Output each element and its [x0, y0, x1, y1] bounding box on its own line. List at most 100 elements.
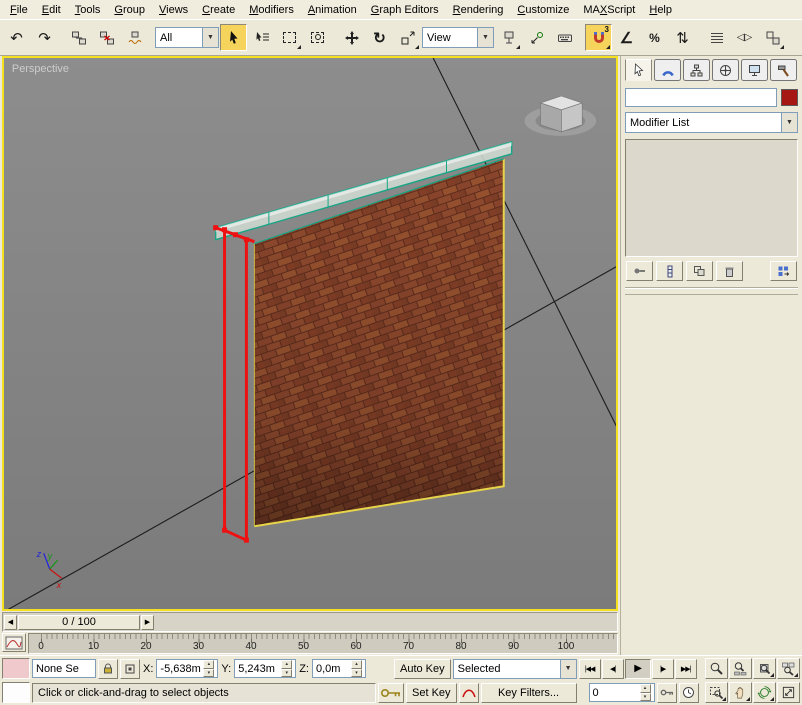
modifier-list-dropdown[interactable]: Modifier List ▼	[625, 112, 798, 133]
y-spinner[interactable]: ▴▾	[281, 660, 292, 677]
z-coordinate-field[interactable]: 0,0m ▴▾	[312, 659, 366, 678]
percent-snap-toggle-button[interactable]: %	[641, 24, 668, 51]
remove-modifier-button[interactable]	[716, 261, 743, 281]
modifier-stack-list[interactable]	[625, 139, 798, 257]
menu-animation[interactable]: Animation	[301, 1, 364, 19]
align-button[interactable]	[759, 24, 786, 51]
tab-modify[interactable]	[654, 59, 681, 81]
maxscript-mini-listener-strip[interactable]	[2, 682, 30, 703]
mini-curve-editor-button[interactable]	[2, 633, 26, 652]
make-unique-button[interactable]	[686, 261, 713, 281]
go-to-start-button[interactable]: |◀◀	[579, 659, 601, 679]
chevron-down-icon[interactable]: ▼	[477, 28, 493, 47]
menu-group[interactable]: Group	[107, 1, 152, 19]
absolute-offset-mode-button[interactable]	[120, 659, 140, 679]
mirror-button[interactable]: ◁▷	[731, 24, 758, 51]
tab-display[interactable]	[741, 59, 768, 81]
selection-lock-toggle-button[interactable]	[98, 659, 118, 679]
time-configuration-button[interactable]	[679, 683, 699, 703]
tab-motion[interactable]	[712, 59, 739, 81]
x-coordinate-field[interactable]: -5,638m ▴▾	[156, 659, 218, 678]
show-end-result-button[interactable]	[656, 261, 683, 281]
menu-customize[interactable]: Customize	[510, 1, 576, 19]
menu-help[interactable]: Help	[642, 1, 679, 19]
next-frame-button[interactable]: |▶	[652, 659, 674, 679]
object-name-input[interactable]	[625, 88, 777, 107]
play-button[interactable]: ▶	[625, 659, 651, 679]
redo-button[interactable]: ↷	[31, 24, 58, 51]
tab-utilities[interactable]	[770, 59, 797, 81]
time-slider[interactable]: ◀ 0 / 100 ▶	[2, 612, 618, 632]
time-slider-next-arrow[interactable]: ▶	[141, 615, 154, 630]
menu-maxscript[interactable]: MAXScript	[576, 1, 642, 19]
keyboard-shortcut-override-button[interactable]	[551, 24, 578, 51]
select-and-scale-button[interactable]	[394, 24, 421, 51]
menu-graph-editors[interactable]: Graph Editors	[364, 1, 446, 19]
previous-frame-button[interactable]: ◀|	[602, 659, 624, 679]
spinner-snap-toggle-button[interactable]: ⇅	[669, 24, 696, 51]
select-and-move-button[interactable]	[338, 24, 365, 51]
current-frame-field[interactable]: 0 ▴▾	[589, 683, 655, 702]
tab-hierarchy[interactable]	[683, 59, 710, 81]
time-slider-prev-arrow[interactable]: ◀	[4, 615, 17, 630]
set-keys-button[interactable]	[378, 683, 404, 703]
select-and-rotate-button[interactable]: ↻	[366, 24, 393, 51]
select-and-manipulate-button[interactable]	[523, 24, 550, 51]
time-slider-track[interactable]	[155, 615, 616, 630]
configure-modifier-sets-button[interactable]	[770, 261, 797, 281]
time-slider-thumb[interactable]: 0 / 100	[18, 615, 140, 630]
window-crossing-toggle-button[interactable]	[304, 24, 331, 51]
min-max-toggle-button[interactable]	[777, 682, 800, 703]
named-selection-sets-button[interactable]	[703, 24, 730, 51]
rollout-area[interactable]	[625, 294, 798, 653]
zoom-extents-all-button[interactable]	[777, 658, 800, 679]
bind-to-spacewarp-button[interactable]	[121, 24, 148, 51]
tab-create[interactable]	[625, 59, 652, 81]
menu-views[interactable]: Views	[152, 1, 195, 19]
snap-toggle-button[interactable]: 3	[585, 24, 612, 51]
menu-file[interactable]: File	[3, 1, 35, 19]
default-in-out-tangents-button[interactable]	[459, 683, 479, 703]
chevron-down-icon[interactable]: ▼	[781, 113, 797, 132]
pin-stack-button[interactable]	[626, 261, 653, 281]
chevron-down-icon[interactable]: ▼	[202, 28, 218, 47]
menu-modifiers[interactable]: Modifiers	[242, 1, 301, 19]
y-coordinate-field[interactable]: 5,243m ▴▾	[234, 659, 296, 678]
angle-snap-toggle-button[interactable]: ∠	[613, 24, 640, 51]
zoom-region-button[interactable]	[705, 682, 728, 703]
key-mode-toggle-button[interactable]	[657, 683, 677, 703]
auto-key-button[interactable]: Auto Key	[394, 659, 451, 679]
selection-filter-dropdown[interactable]: All ▼	[155, 27, 219, 48]
viewport-scene[interactable]: z y x Perspective	[4, 58, 616, 609]
unlink-selection-button[interactable]	[93, 24, 120, 51]
selection-count-field[interactable]: None Se	[32, 659, 96, 678]
menu-tools[interactable]: Tools	[68, 1, 108, 19]
maxscript-macro-recorder-strip[interactable]	[2, 658, 30, 679]
pan-button[interactable]	[729, 682, 752, 703]
chevron-down-icon[interactable]: ▼	[560, 660, 576, 678]
viewport-label[interactable]: Perspective	[12, 63, 69, 75]
undo-button[interactable]: ↶	[3, 24, 30, 51]
use-pivot-point-button[interactable]	[495, 24, 522, 51]
z-spinner[interactable]: ▴▾	[351, 660, 362, 677]
set-key-mode-button[interactable]: Set Key	[406, 683, 457, 703]
reference-coordinate-system-dropdown[interactable]: View ▼	[422, 27, 494, 48]
x-spinner[interactable]: ▴▾	[203, 660, 214, 677]
select-and-link-button[interactable]	[65, 24, 92, 51]
key-filters-button[interactable]: Key Filters...	[481, 683, 577, 703]
perspective-viewport[interactable]: z y x Perspective	[2, 56, 618, 611]
rectangular-selection-region-button[interactable]	[276, 24, 303, 51]
select-object-button[interactable]	[220, 24, 247, 51]
zoom-extents-button[interactable]	[753, 658, 776, 679]
frame-spinner[interactable]: ▴▾	[640, 684, 651, 701]
zoom-all-button[interactable]	[729, 658, 752, 679]
zoom-button[interactable]	[705, 658, 728, 679]
key-mode-dropdown[interactable]: Selected ▼	[453, 659, 577, 679]
go-to-end-button[interactable]: ▶▶|	[675, 659, 697, 679]
menu-create[interactable]: Create	[195, 1, 242, 19]
select-by-name-button[interactable]	[248, 24, 275, 51]
object-color-swatch[interactable]	[781, 89, 798, 106]
arc-rotate-button[interactable]	[753, 682, 776, 703]
menu-rendering[interactable]: Rendering	[446, 1, 511, 19]
track-bar-ruler[interactable]: 0102030405060708090100	[28, 633, 618, 654]
